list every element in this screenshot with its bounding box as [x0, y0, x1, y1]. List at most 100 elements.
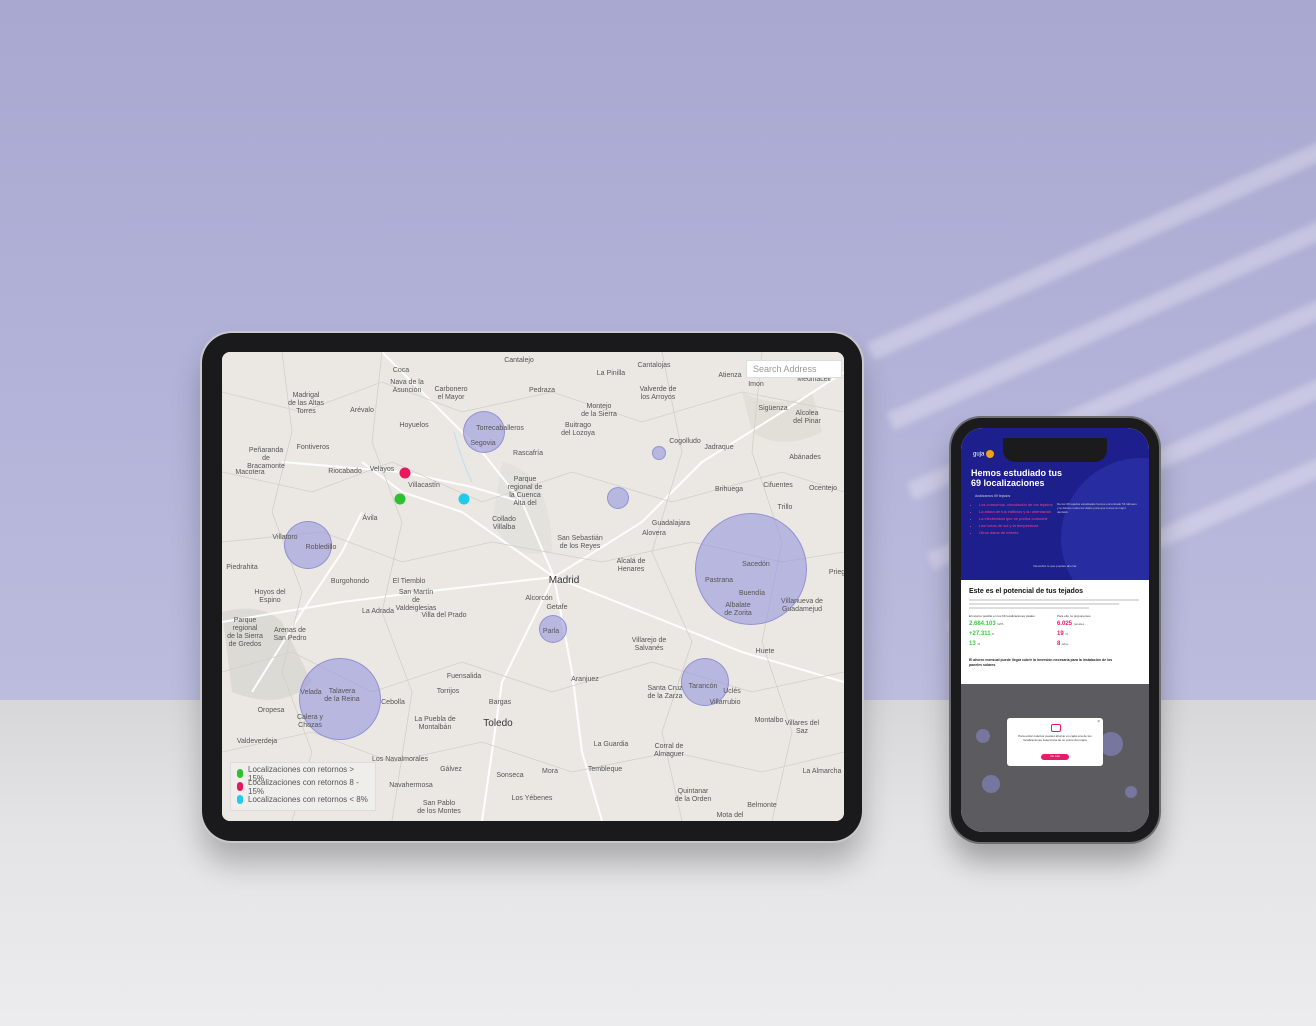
map-label-line: Jadraque [704, 444, 734, 451]
map-label-tarancon: Tarancón [689, 683, 718, 691]
map-label-line: Cantalejo [504, 357, 534, 364]
map-label-puebla: La Puebla de Montalbán [414, 716, 455, 732]
map-label-oropesa: Oropesa [258, 707, 285, 715]
map-label-navalmorales: Los Navalmorales [372, 756, 428, 764]
location-bubble[interactable] [652, 446, 666, 460]
map-label-belmonte: Belmonte [747, 802, 777, 810]
map-label-eltiemblo: El Tiemblo [393, 578, 426, 586]
map-label-hoyuelos: Hoyuelos [399, 422, 428, 430]
map-bubble[interactable] [976, 729, 990, 743]
map-label-line: Fontiveros [296, 444, 330, 451]
map-label-line: Burgohondo [330, 578, 370, 585]
map-label-line: Rascafría [513, 450, 543, 457]
map-label-line: Alta del [513, 500, 537, 507]
modal-button[interactable]: Ver más [1041, 754, 1069, 760]
map-bubble[interactable] [1125, 786, 1137, 798]
map-label-hoyos: Hoyos del Espino [254, 589, 285, 605]
map-label-riocabado: Riocabado [328, 468, 361, 476]
map-label-priego: Prieg [829, 569, 844, 577]
map-label-line: Parque [513, 476, 537, 483]
map-label-torrecaballeros: Torrecaballeros [476, 425, 524, 433]
coverage-value: 19 % [1057, 630, 1141, 638]
map-label-brihuega: Brihuega [715, 486, 743, 494]
map-bubble[interactable] [982, 775, 1000, 793]
map-label-line: Collado [492, 516, 516, 523]
location-bubble[interactable] [607, 487, 629, 509]
potential-section: Este es el potencial de tus tejados El r… [961, 580, 1149, 684]
map-label-line: Buitrago [564, 422, 592, 429]
location-pin[interactable] [458, 493, 470, 505]
map-label-line: Atienza [718, 372, 742, 379]
map-label-line: Los Navalmorales [371, 756, 429, 763]
map-label-sonseca: Sonseca [496, 772, 523, 780]
percent-value-number: 13 [969, 641, 976, 647]
search-address-input[interactable]: Search Address [746, 360, 842, 378]
map-label-line: Bargas [488, 699, 512, 706]
map-label-line: de los Montes [417, 808, 461, 815]
map-label-guadalajara: Guadalajara [652, 520, 690, 528]
map-label-line: Riocabado [328, 468, 362, 475]
map-label-line: Valdeiglesias [395, 605, 437, 612]
map-label-line: Ocentejo [808, 485, 838, 492]
map-label-line: Quintanar [677, 788, 709, 795]
map-label-santa-cruz: Santa Cruz de la Zarza [647, 685, 682, 701]
payback-value-number: 8 [1057, 641, 1061, 647]
map-label-toledo: Toledo [483, 719, 512, 729]
map-label-line: Getafe [546, 604, 568, 611]
map-view[interactable]: Cantalejo Cantalojas Coca La Pinilla Atienza… [222, 352, 844, 821]
map-label-line: Uclés [723, 688, 741, 695]
hero-list-item: Los consumos, vinculación de los tejados [979, 502, 1059, 507]
map-label-line: Cifuentes [763, 482, 793, 489]
close-icon[interactable]: × [1097, 719, 1100, 725]
chat-icon [1051, 724, 1061, 732]
modal-text: Para evitar cuántos puedes ahorrar en ca… [1018, 734, 1092, 742]
map-label-huete: Huete [756, 648, 775, 656]
location-pin[interactable] [399, 467, 411, 479]
map-label-cantalejo: Cantalejo [504, 357, 534, 365]
brand-logo[interactable]: guja [973, 450, 995, 458]
map-label-line: La Adrada [362, 608, 394, 615]
map-label-imon: Imon [748, 381, 764, 389]
savings-value: +27.311 € [969, 630, 1053, 638]
map-label-carbonero: Carbonero el Mayor [434, 386, 467, 402]
legend-swatch [237, 782, 243, 791]
map-label-line: Espino [259, 597, 281, 604]
energy-value-number: 2.684.103 [969, 621, 996, 627]
location-pin[interactable] [394, 493, 406, 505]
map-label-line: Villarrubio [709, 699, 741, 706]
map-label-avila: Ávila [362, 515, 377, 523]
map-label-line: Belmonte [747, 802, 777, 809]
map-label-line: Alcolea [795, 410, 819, 417]
map-label-line: de la Orden [674, 796, 712, 803]
map-label-navahermosa: Navahermosa [389, 782, 433, 790]
map-label-line: Saz [795, 728, 809, 735]
map-label-line: de la Sierra [227, 633, 263, 640]
map-label-line: Torrijos [436, 688, 460, 695]
tablet-device: Cantalejo Cantalojas Coca La Pinilla Atienza… [202, 333, 862, 841]
coverage-value-number: 19 [1057, 631, 1064, 637]
coverage-value-unit: % [1065, 632, 1069, 636]
map-label-line: Calera y [296, 714, 324, 721]
map-label-montalbo: Montalbo [755, 717, 784, 725]
savings-value-unit: € [992, 632, 994, 636]
map-label-mota: Mota del [717, 812, 744, 820]
hero-note[interactable]: Descubre lo que puedes ahorrar [961, 564, 1149, 568]
map-label-line: Tarancón [688, 683, 718, 690]
map-label-line: Chozas [298, 722, 322, 729]
phone-map[interactable]: × Para evitar cuántos puedes ahorrar en … [961, 684, 1149, 832]
map-label-line: Guadalajara [651, 520, 691, 527]
map-label-line: Hoyos del [254, 589, 286, 596]
phone-notch [1003, 438, 1107, 462]
map-label-piedrahita: Piedrahita [226, 564, 258, 572]
map-label-line: Alovera [642, 530, 666, 537]
map-label-quintanar: Quintanar de la Orden [675, 788, 712, 804]
hero-list-item: Las horas de sol y la temperatura [979, 523, 1059, 528]
hero-list-item: Otros datos de interés [979, 530, 1059, 535]
map-label-alcorcon: Alcorcón [525, 595, 552, 603]
map-label-madrigal: Madrigal de las Altas Torres [288, 392, 324, 416]
map-label-pedraza: Pedraza [529, 387, 555, 395]
map-label-guardia: La Guardia [594, 741, 629, 749]
map-label-laradra: La Adrada [362, 608, 394, 616]
map-label-cantalojas: Cantalojas [637, 362, 670, 370]
map-label-buendia: Buendía [739, 590, 765, 598]
